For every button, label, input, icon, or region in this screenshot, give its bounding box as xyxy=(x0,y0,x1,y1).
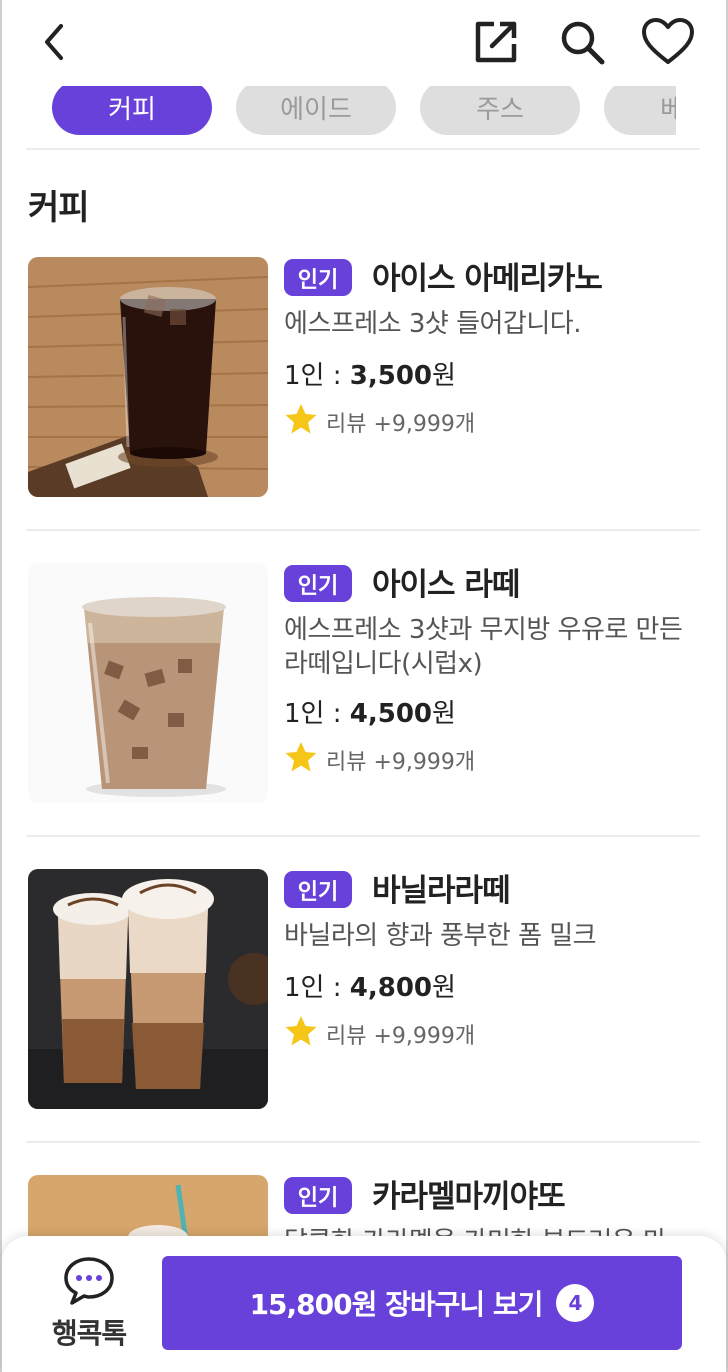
chat-button[interactable]: 행콕톡 xyxy=(32,1256,146,1356)
star-icon xyxy=(284,741,326,779)
menu-item-iced-americano[interactable]: 인기 아이스 아메리카노 에스프레소 3샷 들어갑니다. 1인 : 3,500원… xyxy=(26,257,702,499)
back-button[interactable] xyxy=(26,14,82,70)
item-description: 에스프레소 3샷 들어갑니다. xyxy=(284,309,581,339)
price-prefix: 1인 : xyxy=(284,973,350,1003)
cart-label: 15,800원 장바구니 보기 xyxy=(249,1288,544,1321)
item-description: 바닐라의 향과 풍부한 폼 밀크 xyxy=(284,921,597,951)
price-prefix: 1인 : xyxy=(284,699,350,729)
item-review: 리뷰 +9,999개 xyxy=(284,741,475,779)
chat-label: 행콕톡 xyxy=(51,1317,127,1350)
price-value: 3,500 xyxy=(349,361,433,391)
heart-icon xyxy=(641,18,695,66)
price-prefix: 1인 : xyxy=(284,361,350,391)
popular-badge: 인기 xyxy=(284,1177,352,1214)
item-price: 1인 : 4,800원 xyxy=(284,967,456,1004)
bottom-action-bar: 행콕톡 15,800원 장바구니 보기 4 xyxy=(2,1236,726,1372)
price-value: 4,800 xyxy=(349,973,433,1003)
item-divider xyxy=(26,529,700,531)
tab-ade[interactable]: 에이드 xyxy=(236,80,396,135)
view-cart-button[interactable]: 15,800원 장바구니 보기 4 xyxy=(162,1256,682,1350)
item-name: 바닐라라떼 xyxy=(372,873,511,909)
menu-item-vanilla-latte[interactable]: 인기 바닐라라떼 바닐라의 향과 풍부한 폼 밀크 1인 : 4,800원 리뷰… xyxy=(26,869,702,1111)
tab-coffee[interactable]: 커피 xyxy=(52,80,212,135)
popular-badge: 인기 xyxy=(284,259,352,296)
tabs-divider xyxy=(26,148,700,150)
menu-item-iced-latte[interactable]: 인기 아이스 라떼 에스프레소 3샷과 무지방 우유로 만든 라떼입니다(시럽x… xyxy=(26,563,702,805)
popular-badge: 인기 xyxy=(284,565,352,602)
search-icon xyxy=(558,18,606,66)
cart-count-badge: 4 xyxy=(556,1284,595,1322)
price-unit: 원 xyxy=(432,361,456,391)
section-title: 커피 xyxy=(28,188,90,228)
item-name: 아이스 라떼 xyxy=(372,567,520,603)
star-icon xyxy=(284,403,326,441)
top-header xyxy=(2,0,726,86)
item-review: 리뷰 +9,999개 xyxy=(284,403,475,441)
chevron-left-icon xyxy=(39,22,69,62)
tab-juice[interactable]: 주스 xyxy=(420,80,580,135)
chat-bubble-icon xyxy=(63,1256,115,1310)
star-icon xyxy=(284,1015,326,1053)
category-tabs-scroll[interactable]: 커피 에이드 주스 베이 xyxy=(50,80,676,136)
favorite-button[interactable] xyxy=(640,14,696,70)
item-description: 에스프레소 3샷과 무지방 우유로 만든 라떼입니다(시럽x) xyxy=(284,615,683,679)
review-count: 리뷰 +9,999개 xyxy=(326,750,476,775)
review-count: 리뷰 +9,999개 xyxy=(326,412,476,437)
item-price: 1인 : 3,500원 xyxy=(284,355,456,392)
product-image xyxy=(28,869,268,1109)
search-button[interactable] xyxy=(554,14,610,70)
price-value: 4,500 xyxy=(349,699,433,729)
tab-bakery[interactable]: 베이 xyxy=(604,80,676,135)
product-image xyxy=(28,563,268,803)
price-unit: 원 xyxy=(432,973,456,1003)
popular-badge: 인기 xyxy=(284,871,352,908)
item-divider xyxy=(26,1141,700,1143)
product-image xyxy=(28,257,268,497)
category-tabs: 커피 에이드 주스 베이 xyxy=(2,80,726,136)
external-link-icon xyxy=(472,18,520,66)
item-review: 리뷰 +9,999개 xyxy=(284,1015,475,1053)
item-price: 1인 : 4,500원 xyxy=(284,693,456,730)
item-name: 카라멜마끼야또 xyxy=(372,1179,566,1215)
share-button[interactable] xyxy=(468,14,524,70)
price-unit: 원 xyxy=(432,699,456,729)
item-divider xyxy=(26,835,700,837)
item-name: 아이스 아메리카노 xyxy=(372,261,603,297)
review-count: 리뷰 +9,999개 xyxy=(326,1024,476,1049)
